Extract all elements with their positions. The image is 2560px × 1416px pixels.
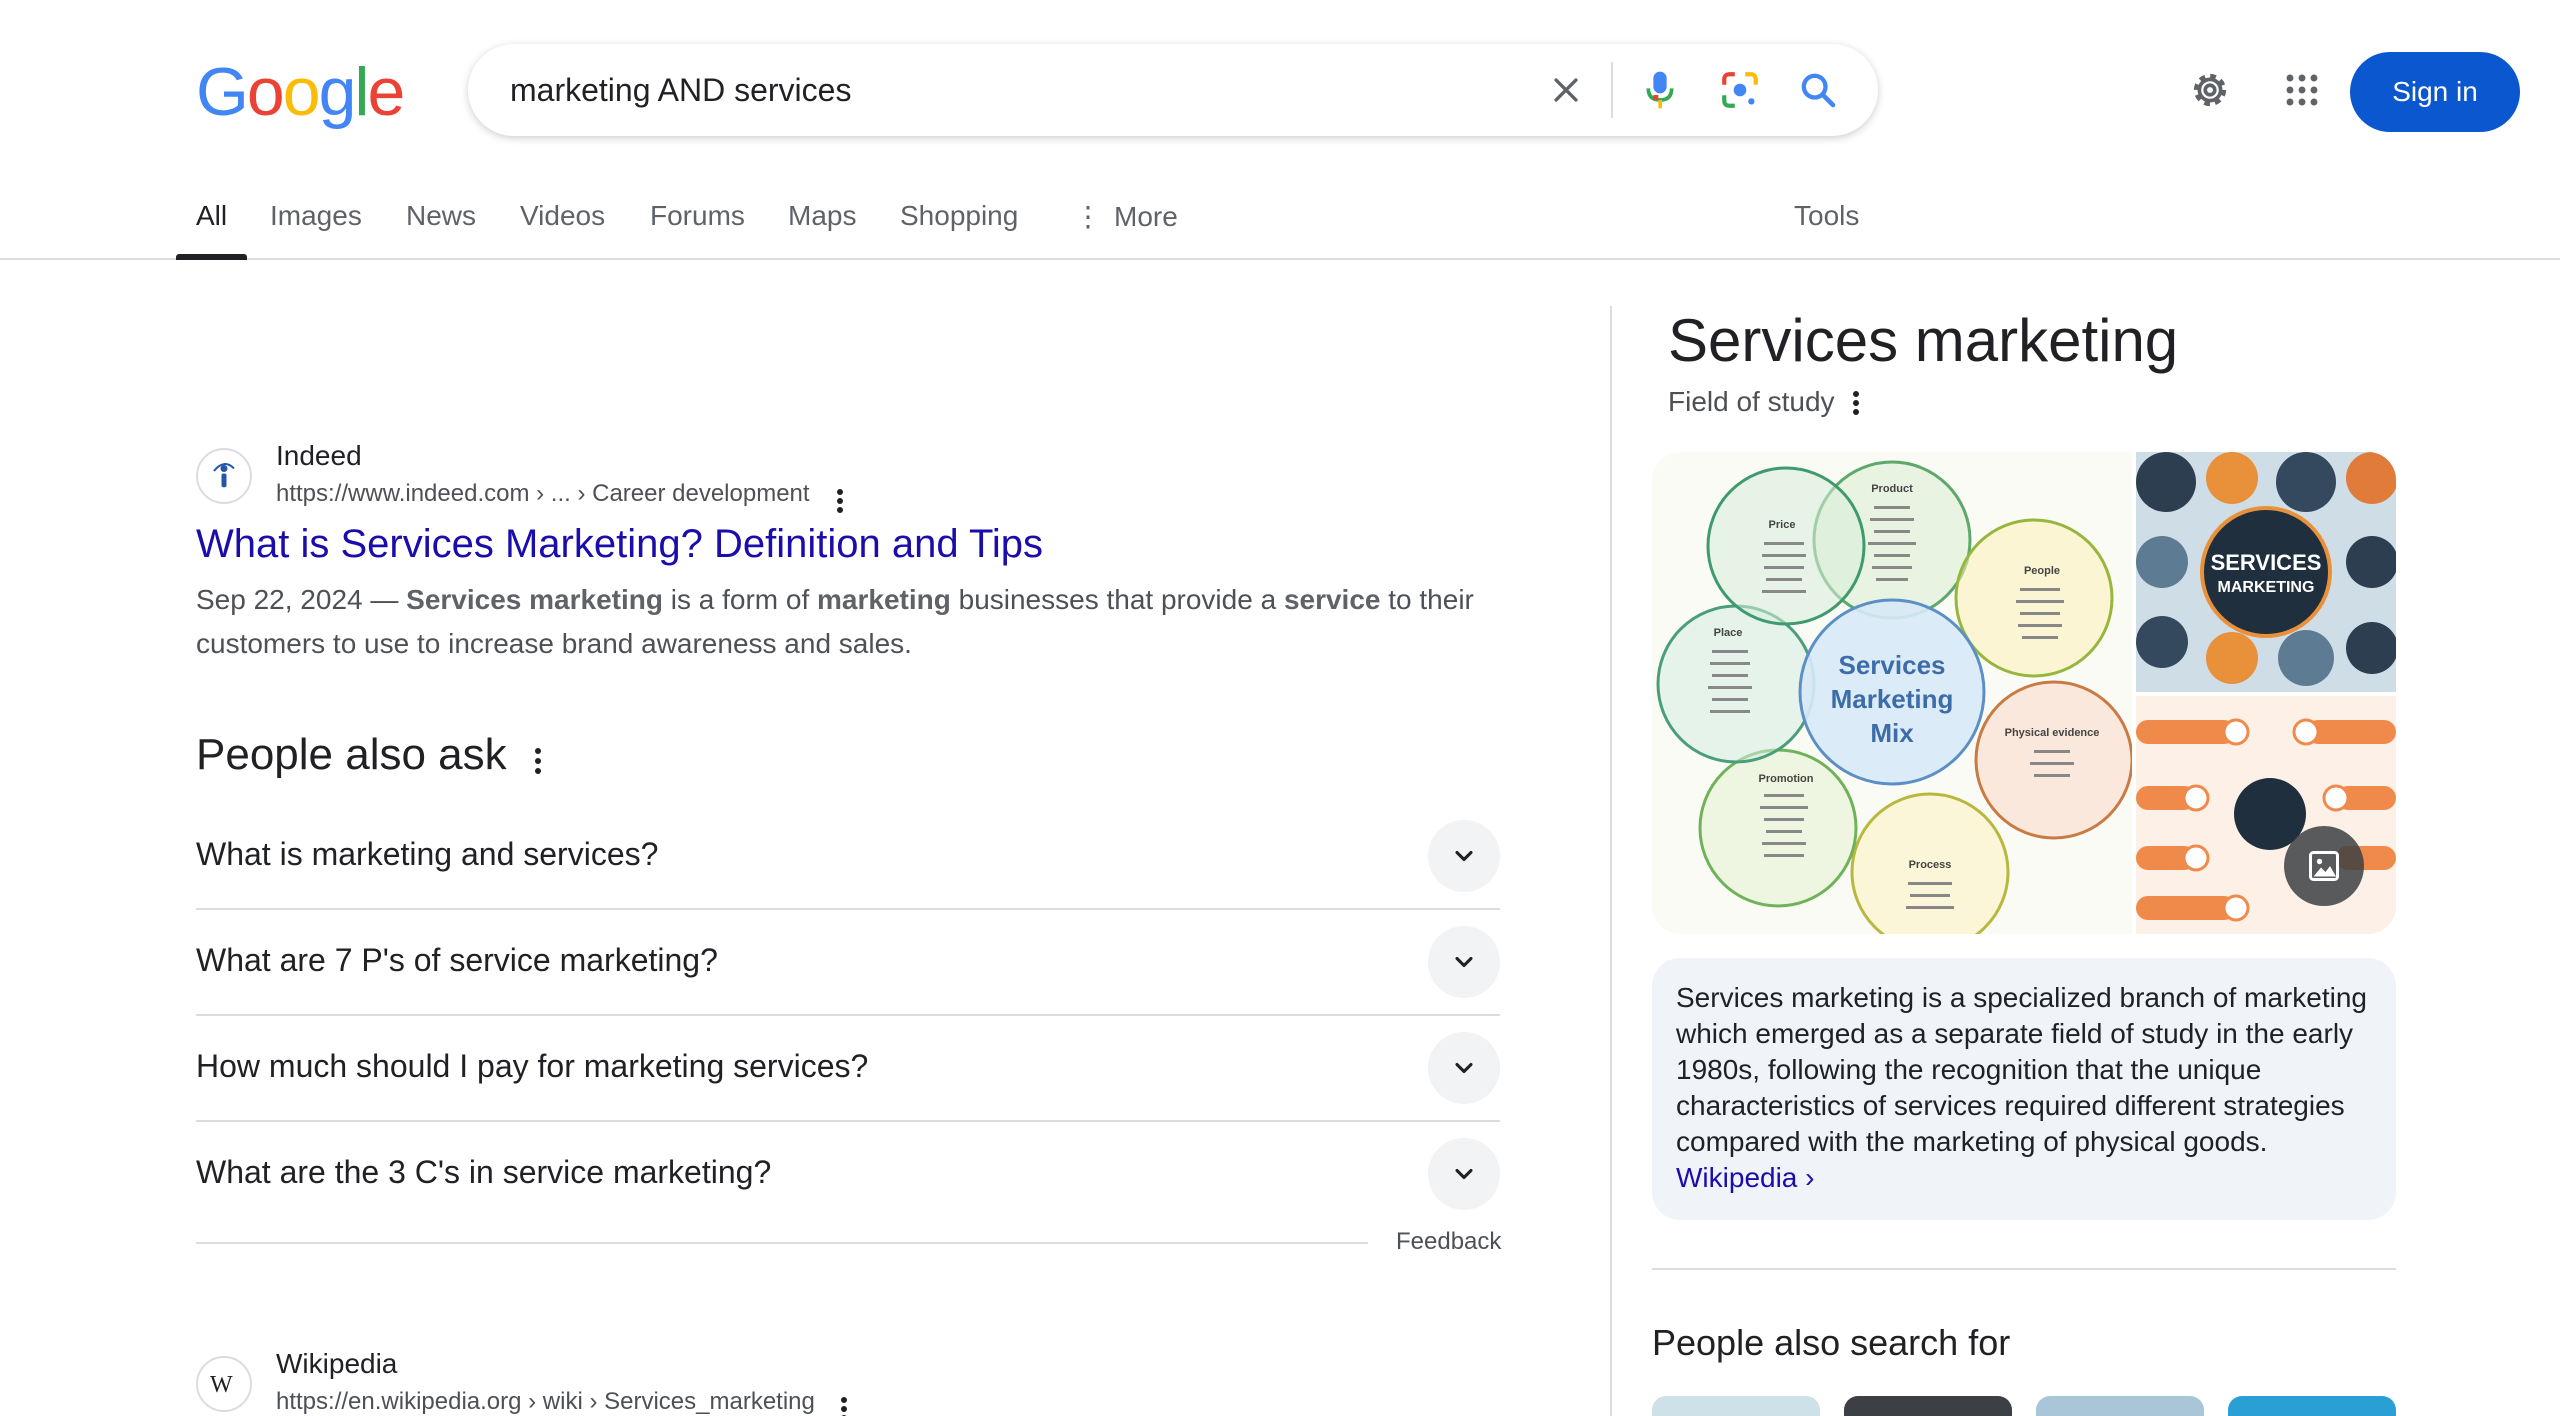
sign-in-button[interactable]: Sign in — [2350, 52, 2520, 132]
lens-icon[interactable] — [1714, 64, 1766, 116]
knowledge-panel-divider — [1610, 306, 1612, 1416]
chevron-down-icon[interactable] — [1428, 1032, 1500, 1104]
services-marketing-poster-image[interactable]: SERVICES MARKETING — [2136, 452, 2396, 692]
wikipedia-favicon[interactable]: W — [196, 1356, 252, 1412]
more-vert-icon[interactable] — [828, 484, 852, 518]
mix-petal-label: Promotion — [1759, 773, 1814, 785]
image-gallery-icon[interactable] — [2284, 826, 2364, 906]
feedback-divider — [196, 1242, 1368, 1244]
tab-more[interactable]: ⋮ More — [1074, 200, 1178, 258]
knowledge-panel-separator — [1652, 1268, 2396, 1270]
search-result: Indeed https://www.indeed.com › ... › Ca… — [196, 440, 1556, 670]
description-text: Services marketing is a specialized bran… — [1676, 982, 2367, 1157]
people-also-ask-heading: People also ask — [196, 730, 507, 779]
paa-question[interactable]: What are the 3 C's in service marketing? — [196, 1122, 1500, 1228]
mix-petal-label: Process — [1909, 859, 1952, 871]
tab-images[interactable]: Images — [270, 200, 362, 258]
result-site-name[interactable]: Indeed — [276, 440, 362, 472]
search-box[interactable]: marketing AND services — [468, 44, 1878, 136]
poster-title: MARKETING — [2218, 579, 2315, 596]
chevron-down-icon[interactable] — [1428, 820, 1500, 892]
related-thumbnail[interactable] — [1652, 1396, 1820, 1416]
paa-question-text: What are 7 P's of service marketing? — [196, 942, 718, 978]
mix-center-label: Services — [1839, 650, 1946, 680]
feedback-link[interactable]: Feedback — [1396, 1228, 1501, 1256]
paa-question-text: What are the 3 C's in service marketing? — [196, 1154, 772, 1190]
snippet-text: — — [362, 584, 407, 615]
mix-center-label: Mix — [1870, 718, 1914, 748]
result-url[interactable]: https://www.indeed.com › ... › Career de… — [276, 480, 810, 508]
search-result: W Wikipedia https://en.wikipedia.org › w… — [196, 1348, 1096, 1416]
snippet-text: is a form of — [662, 584, 818, 615]
logo-letter: g — [318, 54, 357, 130]
logo-letter: o — [282, 54, 321, 130]
search-tabs: All Images News Videos Forums Maps Shopp… — [0, 190, 2560, 260]
people-also-search-for-heading: People also search for — [1652, 1322, 2011, 1363]
paa-question[interactable]: How much should I pay for marketing serv… — [196, 1016, 1500, 1122]
search-icon[interactable] — [1792, 64, 1844, 116]
paa-question-text: How much should I pay for marketing serv… — [196, 1048, 869, 1084]
result-snippet: Sep 22, 2024 — Services marketing is a f… — [196, 578, 1516, 666]
tab-maps[interactable]: Maps — [788, 200, 856, 258]
services-characteristics-image[interactable] — [2136, 696, 2396, 934]
more-vert-icon[interactable] — [526, 744, 550, 778]
chevron-down-icon[interactable] — [1428, 1138, 1500, 1210]
svg-text:W: W — [210, 1372, 233, 1397]
snippet-bold: Services marketing — [406, 584, 663, 615]
snippet-bold: marketing — [817, 584, 951, 615]
logo-letter: o — [246, 54, 285, 130]
google-logo[interactable]: Google — [196, 54, 406, 130]
snippet-text: businesses that provide a — [950, 584, 1284, 615]
poster-title: SERVICES — [2211, 550, 2322, 575]
more-vert-icon[interactable] — [1844, 386, 1868, 420]
search-input[interactable]: marketing AND services — [510, 72, 851, 109]
tab-news[interactable]: News — [406, 200, 476, 258]
knowledge-panel-images[interactable]: Services Marketing Mix Product People Ph… — [1652, 452, 2396, 934]
mix-petal-label: Place — [1714, 627, 1743, 639]
snippet-bold: service — [1283, 584, 1381, 615]
logo-letter: l — [354, 54, 369, 130]
tab-more-label: More — [1114, 201, 1178, 232]
close-icon[interactable] — [1540, 64, 1592, 116]
mix-center-label: Marketing — [1831, 684, 1954, 714]
paa-question-text: What is marketing and services? — [196, 836, 659, 872]
more-vert-icon[interactable] — [832, 1392, 856, 1416]
knowledge-panel-subtitle: Field of study — [1668, 386, 1835, 417]
related-thumbnail[interactable] — [1844, 1396, 2012, 1416]
knowledge-panel-title: Services marketing — [1668, 307, 2179, 374]
logo-letter: G — [196, 54, 249, 130]
gear-icon[interactable] — [2184, 64, 2236, 116]
tab-videos[interactable]: Videos — [520, 200, 605, 258]
chevron-down-icon[interactable] — [1428, 926, 1500, 998]
apps-grid-icon[interactable] — [2276, 64, 2328, 116]
tab-all[interactable]: All — [175, 200, 248, 260]
result-site-name[interactable]: Wikipedia — [276, 1348, 397, 1380]
mic-icon[interactable] — [1634, 64, 1686, 116]
search-divider — [1611, 62, 1613, 118]
mix-petal-label: Price — [1769, 519, 1796, 531]
mix-petal-label: Physical evidence — [2005, 727, 2100, 739]
services-marketing-mix-image[interactable]: Services Marketing Mix Product People Ph… — [1652, 452, 2134, 934]
result-title-link[interactable]: What is Services Marketing? Definition a… — [196, 522, 1043, 567]
paa-question[interactable]: What is marketing and services? — [196, 804, 1500, 910]
tab-shopping[interactable]: Shopping — [900, 200, 1018, 258]
logo-letter: e — [367, 54, 406, 130]
tab-forums[interactable]: Forums — [650, 200, 745, 258]
related-thumbnail[interactable] — [2036, 1396, 2204, 1416]
related-thumbnail[interactable] — [2228, 1396, 2396, 1416]
mix-petal-label: Product — [1871, 483, 1913, 495]
paa-question[interactable]: What are 7 P's of service marketing? — [196, 910, 1500, 1016]
knowledge-panel-description: Services marketing is a specialized bran… — [1652, 958, 2396, 1220]
mix-petal-label: People — [2024, 565, 2060, 577]
indeed-favicon[interactable] — [196, 448, 252, 504]
snippet-date: Sep 22, 2024 — [196, 584, 363, 615]
more-vert-icon: ⋮ — [1074, 201, 1102, 232]
wikipedia-source-link[interactable]: Wikipedia › — [1676, 1162, 1814, 1193]
result-url[interactable]: https://en.wikipedia.org › wiki › Servic… — [276, 1388, 815, 1416]
tools-button[interactable]: Tools — [1794, 200, 1859, 258]
